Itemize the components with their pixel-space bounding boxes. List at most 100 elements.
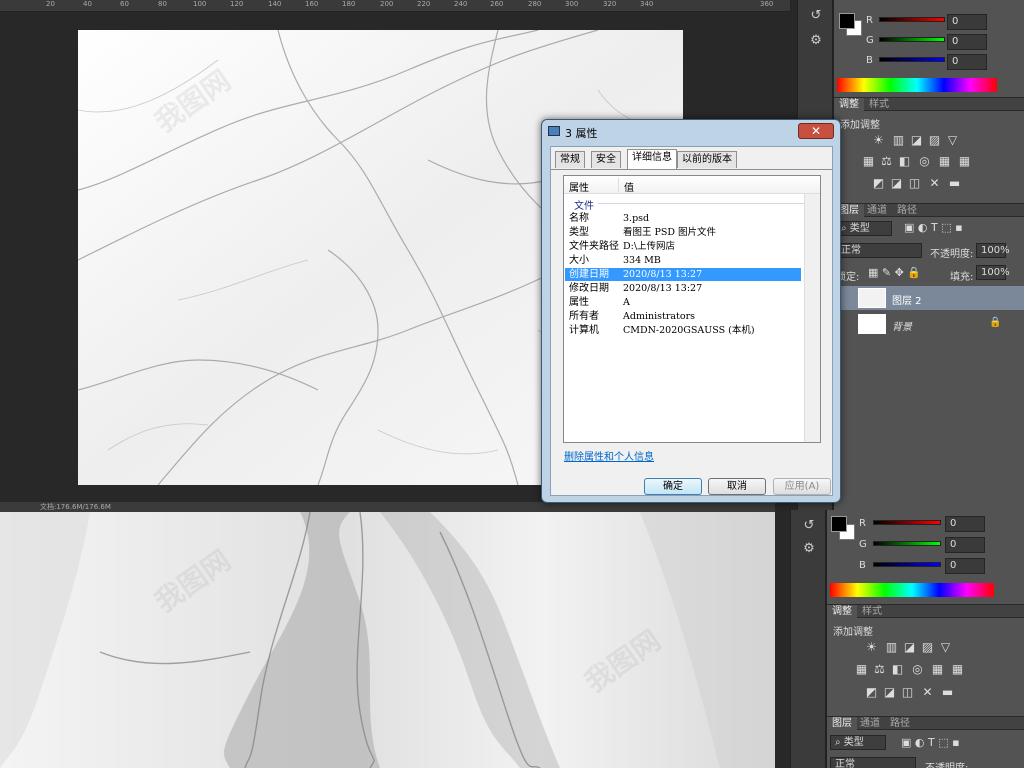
threshold-icon[interactable]: ◫ — [908, 177, 921, 190]
exposure-icon[interactable]: ▨ — [928, 134, 941, 147]
red-value-field[interactable]: 0 — [945, 516, 985, 532]
tab-adjust[interactable]: 调整 — [827, 605, 857, 618]
table-row[interactable]: 名称 3.psd — [565, 212, 801, 225]
vibrance-icon[interactable]: ▽ — [946, 134, 959, 147]
color-lookup-icon[interactable]: ▦ — [951, 663, 964, 676]
channel-mixer-icon[interactable]: ▦ — [938, 155, 951, 168]
color-lookup-icon[interactable]: ▦ — [958, 155, 971, 168]
layer-kind-filter[interactable]: ⌕ 类型 — [830, 735, 886, 750]
apply-button[interactable]: 应用(A) — [773, 478, 831, 495]
opacity-field[interactable]: 100% — [976, 243, 1010, 258]
table-row[interactable]: 计算机 CMDN-2020GSAUSS (本机) — [565, 324, 801, 337]
table-row[interactable]: 类型 看图王 PSD 图片文件 — [565, 226, 801, 239]
tab-paths[interactable]: 路径 — [885, 717, 915, 730]
hue-saturation-icon[interactable]: ▦ — [855, 663, 868, 676]
property-value: 334 MB — [623, 255, 661, 266]
red-value-field[interactable]: 0 — [947, 14, 987, 30]
gradient-map-icon[interactable]: ▬ — [948, 177, 961, 190]
black-white-icon[interactable]: ◧ — [898, 155, 911, 168]
black-white-icon[interactable]: ◧ — [891, 663, 904, 676]
tab-previous-versions[interactable]: 以前的版本 — [677, 151, 737, 168]
history-icon[interactable]: ↺ — [795, 515, 823, 537]
section-heading: 文件 — [574, 201, 594, 212]
layer-row[interactable]: 背景 🔒 — [834, 312, 1024, 336]
lock-icons[interactable]: ▦ ✎ ✥ 🔒 — [868, 266, 921, 279]
tab-adjust[interactable]: 调整 — [834, 98, 864, 111]
green-value-field[interactable]: 0 — [945, 537, 985, 553]
foreground-color-swatch[interactable] — [831, 516, 847, 532]
threshold-icon[interactable]: ◫ — [901, 686, 914, 699]
layer-row-selected[interactable]: 图层 2 — [834, 286, 1024, 310]
fill-field[interactable]: 100% — [976, 265, 1010, 280]
selective-color-icon[interactable]: ✕ — [928, 177, 941, 190]
tab-channels[interactable]: 通道 — [855, 717, 885, 730]
foreground-color-swatch[interactable] — [839, 13, 855, 29]
tab-styles[interactable]: 样式 — [857, 605, 887, 618]
table-row-selected[interactable]: 创建日期 2020/8/13 13:27 — [565, 268, 801, 281]
close-button[interactable]: ✕ — [798, 123, 834, 139]
gradient-map-icon[interactable]: ▬ — [941, 686, 954, 699]
layer-filter-icons[interactable]: ▣ ◐ T ⬚ ▪ — [904, 221, 963, 234]
blue-value-field[interactable]: 0 — [947, 54, 987, 70]
levels-icon[interactable]: ▥ — [892, 134, 905, 147]
blue-value-field[interactable]: 0 — [945, 558, 985, 574]
scrollbar[interactable] — [804, 194, 820, 442]
invert-icon[interactable]: ◩ — [865, 686, 878, 699]
brightness-icon[interactable]: ☀ — [872, 134, 885, 147]
blue-slider[interactable] — [879, 57, 945, 62]
color-spectrum[interactable] — [830, 583, 994, 597]
column-header-property[interactable]: 属性 — [569, 179, 589, 194]
column-header-value[interactable]: 值 — [624, 179, 634, 194]
green-slider[interactable] — [873, 541, 941, 546]
vibrance-icon[interactable]: ▽ — [939, 641, 952, 654]
color-balance-icon[interactable]: ⚖ — [880, 155, 893, 168]
layer-filter-icons[interactable]: ▣ ◐ T ⬚ ▪ — [901, 736, 960, 749]
blue-label: B — [859, 560, 866, 571]
color-spectrum[interactable] — [837, 78, 997, 92]
posterize-icon[interactable]: ◪ — [890, 177, 903, 190]
red-slider[interactable] — [879, 17, 945, 22]
table-row[interactable]: 大小 334 MB — [565, 254, 801, 267]
canvas-marble-zoomed[interactable] — [0, 512, 775, 768]
panel-dock-icons-lower: ↺ ⚙ — [790, 510, 826, 768]
tab-paths[interactable]: 路径 — [892, 204, 922, 217]
blend-mode-select[interactable]: 正常 — [836, 243, 922, 258]
layer-kind-label: 类型 — [849, 223, 870, 234]
green-value-field[interactable]: 0 — [947, 34, 987, 50]
table-row[interactable]: 文件夹路径 D:\上传网店 — [565, 240, 801, 253]
invert-icon[interactable]: ◩ — [872, 177, 885, 190]
tab-channels[interactable]: 通道 — [862, 204, 892, 217]
cancel-button[interactable]: 取消 — [708, 478, 766, 495]
tab-details[interactable]: 详细信息 — [627, 149, 677, 169]
channel-mixer-icon[interactable]: ▦ — [931, 663, 944, 676]
curves-icon[interactable]: ◪ — [910, 134, 923, 147]
tab-general[interactable]: 常规 — [555, 151, 585, 168]
table-row[interactable]: 属性 A — [565, 296, 801, 309]
properties-icon[interactable]: ⚙ — [795, 538, 823, 560]
curves-icon[interactable]: ◪ — [903, 641, 916, 654]
blend-mode-select[interactable]: 正常 — [830, 757, 916, 768]
blue-slider[interactable] — [873, 562, 941, 567]
selective-color-icon[interactable]: ✕ — [921, 686, 934, 699]
table-row[interactable]: 所有者 Administrators — [565, 310, 801, 323]
tab-security[interactable]: 安全 — [591, 151, 621, 168]
hue-saturation-icon[interactable]: ▦ — [862, 155, 875, 168]
red-slider[interactable] — [873, 520, 941, 525]
tab-styles[interactable]: 样式 — [864, 98, 894, 111]
ok-button[interactable]: 确定 — [644, 478, 702, 495]
green-slider[interactable] — [879, 37, 945, 42]
color-balance-icon[interactable]: ⚖ — [873, 663, 886, 676]
levels-icon[interactable]: ▥ — [885, 641, 898, 654]
properties-icon[interactable]: ⚙ — [802, 30, 830, 52]
exposure-icon[interactable]: ▨ — [921, 641, 934, 654]
photo-filter-icon[interactable]: ◎ — [918, 155, 931, 168]
tab-layers[interactable]: 图层 — [827, 717, 857, 730]
remove-properties-link[interactable]: 删除属性和个人信息 — [564, 448, 654, 463]
history-icon[interactable]: ↺ — [802, 5, 830, 27]
layer-kind-filter[interactable]: ⌕ 类型 — [836, 221, 892, 236]
table-row[interactable]: 修改日期 2020/8/13 13:27 — [565, 282, 801, 295]
column-divider[interactable] — [618, 178, 619, 192]
posterize-icon[interactable]: ◪ — [883, 686, 896, 699]
brightness-icon[interactable]: ☀ — [865, 641, 878, 654]
photo-filter-icon[interactable]: ◎ — [911, 663, 924, 676]
